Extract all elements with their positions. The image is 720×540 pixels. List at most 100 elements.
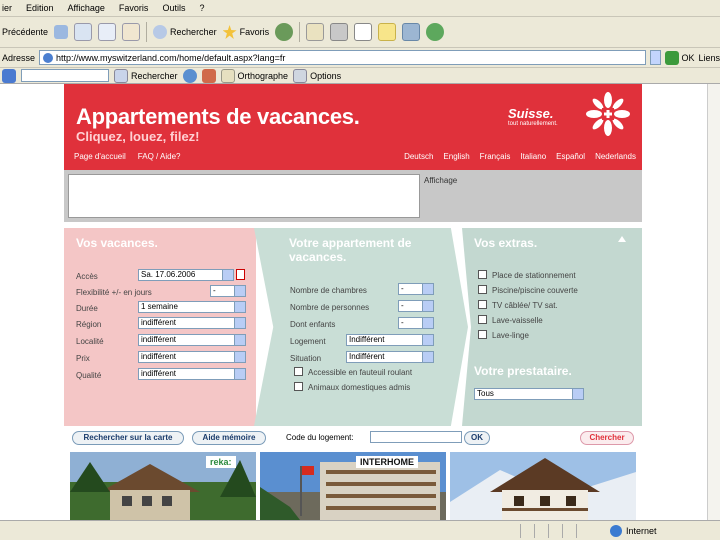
dishwasher-checkbox[interactable] <box>478 315 487 324</box>
lang-nl-link[interactable]: Nederlands <box>595 152 636 161</box>
menu-file[interactable]: ier <box>2 3 12 13</box>
duration-select[interactable]: 1 semaine <box>138 301 246 313</box>
go-arrow-icon <box>665 50 680 65</box>
housing-select[interactable]: Indifférent <box>346 334 434 346</box>
menu-favorites[interactable]: Favoris <box>119 3 149 13</box>
search-submit-button[interactable]: Chercher <box>580 431 634 445</box>
quality-select[interactable]: indifférent <box>138 368 246 380</box>
spellcheck-button[interactable]: Orthographe <box>220 68 289 83</box>
print-icon[interactable] <box>330 23 349 41</box>
search-label: Rechercher <box>170 27 217 37</box>
options-button[interactable]: Options <box>293 68 341 83</box>
children-select[interactable]: - <box>398 317 434 329</box>
status-cell <box>548 523 562 538</box>
calendar-icon[interactable] <box>236 269 245 280</box>
history-icon[interactable] <box>275 23 294 41</box>
google-search-input[interactable] <box>21 69 109 82</box>
code-input[interactable] <box>370 431 462 443</box>
situation-select[interactable]: Indifférent <box>346 351 434 363</box>
washing-machine-checkbox[interactable] <box>478 330 487 339</box>
refresh-icon[interactable] <box>98 23 117 41</box>
stop-icon[interactable] <box>74 23 93 41</box>
pets-checkbox[interactable] <box>294 382 303 391</box>
parking-checkbox[interactable] <box>478 270 487 279</box>
brand-name: Suisse. <box>508 106 554 121</box>
region-select[interactable]: indifférent <box>138 317 246 329</box>
edit-icon[interactable] <box>354 23 373 41</box>
lang-de-link[interactable]: Deutsch <box>404 152 433 161</box>
go-button[interactable]: OK <box>665 50 694 65</box>
memo-button[interactable]: Aide mémoire <box>192 431 266 445</box>
website: Appartements de vacances. Cliquez, louez… <box>64 84 642 520</box>
search-icon <box>114 68 128 83</box>
ad-label: Affichage <box>424 176 458 185</box>
chalet-photo-2[interactable]: INTERHOME <box>260 452 446 520</box>
locality-select[interactable]: indifférent <box>138 334 246 346</box>
lang-it-link[interactable]: Italiano <box>520 152 546 161</box>
collapse-arrow-icon[interactable] <box>618 236 626 242</box>
menu-tools[interactable]: Outils <box>162 3 185 13</box>
favorites-button[interactable]: Favoris <box>222 25 269 39</box>
pets-label: Animaux domestiques admis <box>308 383 411 392</box>
field-label-region: Région <box>76 320 102 329</box>
code-label: Code du logement: <box>286 433 354 442</box>
wheelchair-checkbox[interactable] <box>294 367 303 376</box>
popup-blocker-icon[interactable] <box>201 68 216 83</box>
status-bar: Internet <box>0 520 720 540</box>
lang-es-link[interactable]: Español <box>556 152 585 161</box>
swiss-flower-logo-icon[interactable] <box>586 92 630 136</box>
back-button[interactable]: Précédente <box>2 27 48 37</box>
lang-en-link[interactable]: English <box>443 152 469 161</box>
zone-label: Internet <box>626 525 657 536</box>
pagerank-icon[interactable] <box>182 68 197 83</box>
date-select[interactable]: Sa. 17.06.2006 <box>138 269 234 281</box>
brand-tagline: tout naturellement. <box>508 121 558 127</box>
google-search-button[interactable]: Rechercher <box>114 68 178 83</box>
field-label-acces: Accès <box>76 272 98 281</box>
field-label-duree: Durée <box>76 304 98 313</box>
tv-checkbox[interactable] <box>478 300 487 309</box>
field-label-flexibilite: Flexibilité +/- en jours <box>76 288 152 297</box>
links-label[interactable]: Liens <box>698 53 720 63</box>
forward-icon[interactable] <box>54 25 69 39</box>
menu-help[interactable]: ? <box>199 3 204 13</box>
research-icon[interactable] <box>402 23 421 41</box>
note-icon[interactable] <box>378 23 397 41</box>
address-dropdown[interactable] <box>649 50 662 65</box>
security-zone: Internet <box>610 524 657 537</box>
persons-select[interactable]: - <box>398 300 434 312</box>
address-bar: Adresse http://www.myswitzerland.com/hom… <box>0 48 720 68</box>
google-search-label: Rechercher <box>131 70 178 81</box>
address-input[interactable]: http://www.myswitzerland.com/home/defaul… <box>39 50 646 65</box>
home-icon[interactable] <box>122 23 141 41</box>
status-cell <box>520 523 534 538</box>
spellcheck-label: Orthographe <box>237 70 289 81</box>
vertical-scrollbar[interactable] <box>707 84 720 520</box>
page-viewport: Appartements de vacances. Cliquez, louez… <box>0 84 707 520</box>
lang-fr-link[interactable]: Français <box>480 152 511 161</box>
pool-label: Piscine/piscine couverte <box>492 286 578 295</box>
mail-icon[interactable] <box>306 23 325 41</box>
price-select[interactable]: indifférent <box>138 351 246 363</box>
ok-button[interactable]: OK <box>464 431 490 445</box>
search-button[interactable]: Rechercher <box>153 25 217 39</box>
menu-view[interactable]: Affichage <box>68 3 105 13</box>
nav-faq-link[interactable]: FAQ / Aide? <box>138 152 181 161</box>
status-cell <box>562 523 576 538</box>
pool-checkbox[interactable] <box>478 285 487 294</box>
nav-home-link[interactable]: Page d'accueil <box>74 152 126 161</box>
field-label-qualite: Qualité <box>76 371 102 380</box>
messenger-icon[interactable] <box>426 23 445 41</box>
chalet-photo-3[interactable] <box>450 452 636 520</box>
provider-select[interactable]: Tous <box>474 388 584 400</box>
chalet-photo-1[interactable]: reka: <box>70 452 256 520</box>
google-logo-icon[interactable] <box>2 68 16 83</box>
toolbar-separator <box>299 22 301 42</box>
map-search-button[interactable]: Rechercher sur la carte <box>72 431 184 445</box>
ad-box[interactable] <box>68 174 420 218</box>
field-label-localite: Localité <box>76 337 104 346</box>
flexibility-select[interactable]: - <box>210 285 246 297</box>
rooms-select[interactable]: - <box>398 283 434 295</box>
prestataire-heading: Votre prestataire. <box>474 364 572 378</box>
menu-edit[interactable]: Edition <box>26 3 54 13</box>
